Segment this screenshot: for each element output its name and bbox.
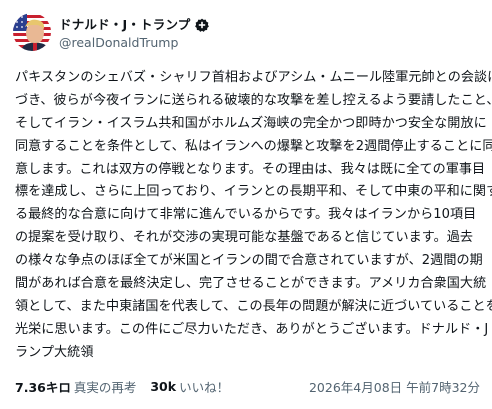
post-body-line: 間があれば合意を最終決定し、完了させることができます。アメリカ合衆国大統 (15, 276, 487, 292)
avatar-image (13, 13, 51, 51)
post-body-line: る最終的な合意に向けて非常に進んでいるからです。我々はイランから10項目 (15, 207, 477, 223)
avatar[interactable] (13, 13, 51, 51)
post-card: ドナルド・J・トランプ @realDonaldTrump パキスタンのシェバズ・… (0, 0, 492, 409)
post-body-line: の様々な争点のほぼ全てが米国とイランの間で合意されていますが、2週間の期 (15, 253, 483, 269)
display-name[interactable]: ドナルド・J・トランプ (59, 14, 190, 33)
post-body-line: 意します。これは双方の停戦となります。その理由は、我々は既に全ての軍事目 (15, 161, 486, 177)
display-name-row: ドナルド・J・トランプ (59, 14, 210, 33)
post-timestamp[interactable]: 2026年4月08日 午前7時32分 (309, 377, 480, 396)
post-header: ドナルド・J・トランプ @realDonaldTrump (13, 12, 210, 52)
user-handle[interactable]: @realDonaldTrump (59, 35, 209, 50)
post-body-line: 標を達成し、さらに上回っており、イランとの長期平和、そして中東の平和に関す (15, 184, 492, 200)
post-body-line: 同意することを条件として、私はイランへの爆撃と攻撃を2週間停止することに同 (15, 138, 492, 154)
reposts-stat[interactable]: 7.36キロ 真実の再考 (15, 377, 136, 396)
post-body-line: づき、彼らが今夜イランに送られる破壊的な攻撃を差し控えるよう要請したこと、 (15, 92, 492, 108)
post-body-line: 光栄に思います。この件にご尽力いただき、ありがとうございます。ドナルド・J・ト (15, 321, 492, 337)
likes-label: いいね！ (179, 379, 230, 395)
author-names: ドナルド・J・トランプ @realDonaldTrump (59, 14, 210, 50)
post-body: パキスタンのシェバズ・シャリフ首相およびアシム・ムニール陸軍元帥との会談に基 づ… (15, 67, 492, 365)
post-body-line: の提案を受け取り、それが交渉の実現可能な基盤であると信じています。過去 (15, 230, 474, 246)
likes-count: 30k (150, 378, 177, 394)
post-body-line: そしてイラン・イスラム共和国がホルムズ海峡の完全かつ即時かつ安全な開放に (15, 115, 487, 131)
post-footer: 7.36キロ 真実の再考 30k いいね！ 2026年4月08日 午前7時32分 (15, 376, 480, 396)
post-body-line: パキスタンのシェバズ・シャリフ首相およびアシム・ムニール陸軍元帥との会談に基 (15, 70, 492, 85)
likes-stat[interactable]: 30k いいね！ (150, 377, 229, 396)
reposts-count: 7.36キロ (15, 379, 71, 395)
post-body-line: ランプ大統領 (15, 344, 94, 360)
affiliate-plus-badge-icon (195, 17, 210, 32)
post-body-line: 領として、また中東諸国を代表して、この長年の問題が解決に近づいていることを (15, 298, 492, 314)
reposts-label: 真実の再考 (73, 379, 137, 395)
